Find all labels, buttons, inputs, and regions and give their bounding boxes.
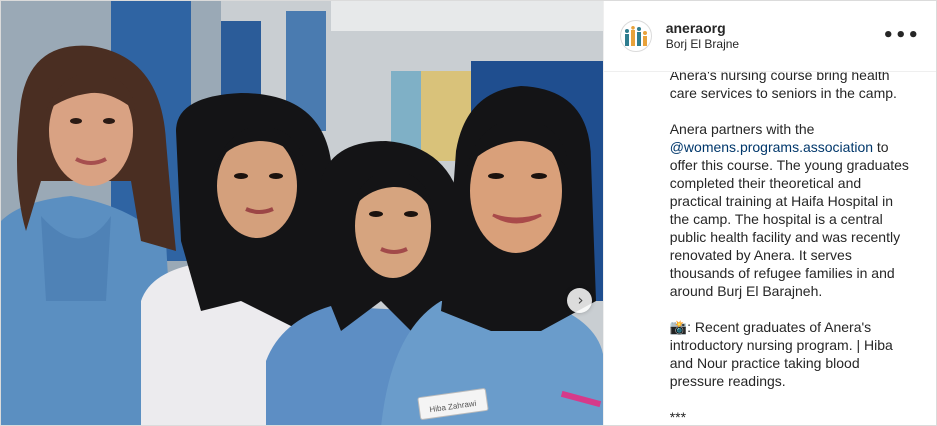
avatar[interactable]: [619, 20, 652, 52]
more-options-button[interactable]: •••: [882, 25, 920, 46]
caption-paragraph: ***: [669, 409, 687, 425]
caption-paragraph: Anera partners with the @womens.programs…: [670, 120, 912, 300]
next-photo-button[interactable]: ›: [567, 288, 592, 313]
post-photo[interactable]: Hiba Zahrawi ›: [1, 1, 603, 425]
username-link[interactable]: aneraorg: [666, 20, 739, 38]
nurses-group-photo: Hiba Zahrawi: [1, 1, 603, 425]
caption-paragraph: 📸: Recent graduates of Anera's introduct…: [669, 319, 893, 389]
caption-scroll-area[interactable]: Anera's nursing course bring health care…: [604, 72, 936, 425]
user-meta: aneraorg Borj El Brajne: [666, 20, 739, 53]
chevron-right-icon: ›: [577, 290, 584, 309]
anera-logo-icon: [624, 26, 647, 46]
caption-text: Anera's nursing course bring health care…: [669, 72, 912, 425]
post-side-panel: aneraorg Borj El Brajne ••• Anera's nurs…: [602, 1, 936, 425]
caption-paragraph: Anera's nursing course bring health care…: [669, 72, 897, 101]
caption-text-segment: to offer this course. The young graduate…: [669, 139, 909, 299]
mention-link[interactable]: @womens.programs.association: [670, 139, 873, 155]
location-link[interactable]: Borj El Brajne: [666, 37, 739, 52]
instagram-post: Hiba Zahrawi › aneraorg Borj El Brajne •…: [0, 0, 937, 426]
post-header: aneraorg Borj El Brajne •••: [603, 1, 936, 72]
caption-text-segment: Anera partners with the: [669, 121, 815, 137]
